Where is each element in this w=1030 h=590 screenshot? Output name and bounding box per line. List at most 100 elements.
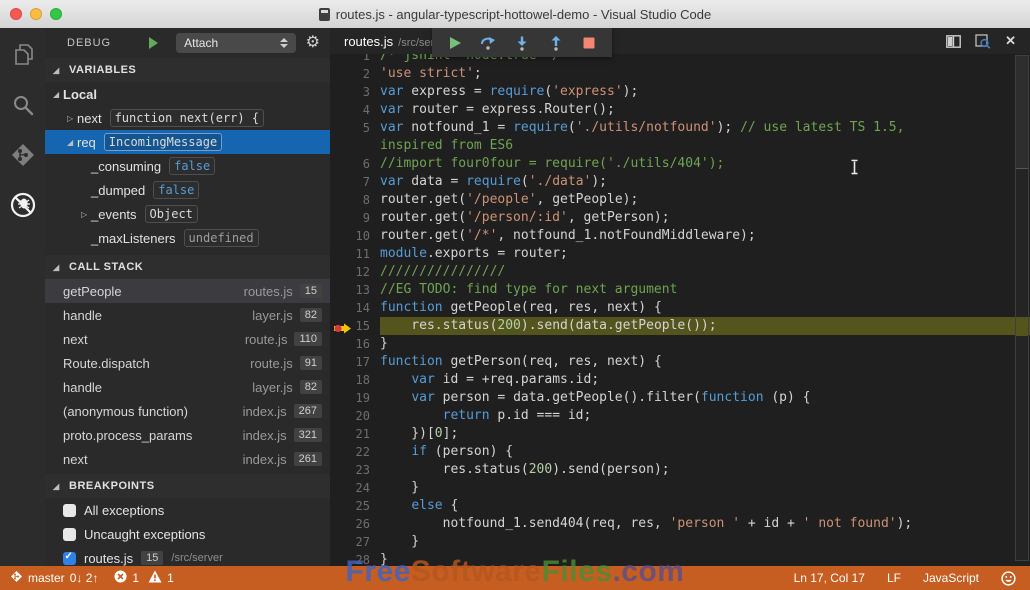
code-line[interactable]: 18 var id = +req.params.id;: [330, 371, 1030, 389]
code-line[interactable]: 17function getPerson(req, res, next) {: [330, 353, 1030, 371]
call-stack-frame[interactable]: Route.dispatchroute.js91: [45, 351, 330, 375]
code-text[interactable]: var id = +req.params.id;: [380, 371, 1030, 389]
sidebar-item-search[interactable]: [0, 82, 45, 132]
step-into-button[interactable]: [510, 31, 534, 55]
debug-settings-gear-icon[interactable]: ⚙: [306, 35, 320, 51]
eol-status[interactable]: LF: [887, 571, 901, 585]
code-line[interactable]: 3var express = require('express');: [330, 83, 1030, 101]
code-text[interactable]: var express = require('express');: [380, 83, 1030, 101]
code-line[interactable]: 24 }: [330, 479, 1030, 497]
line-number-gutter[interactable]: 9: [330, 209, 380, 227]
code-text[interactable]: notfound_1.send404(req, res, 'person ' +…: [380, 515, 1030, 533]
code-line[interactable]: 27 }: [330, 533, 1030, 551]
code-line[interactable]: 20 return p.id === id;: [330, 407, 1030, 425]
line-number-gutter[interactable]: 17: [330, 353, 380, 371]
code-line[interactable]: 23 res.status(200).send(person);: [330, 461, 1030, 479]
code-line[interactable]: 12////////////////: [330, 263, 1030, 281]
breakpoint-row[interactable]: All exceptions: [45, 498, 330, 522]
call-stack-frame[interactable]: (anonymous function)index.js267: [45, 399, 330, 423]
code-text[interactable]: }: [380, 335, 1030, 353]
breakpoint-checkbox[interactable]: [63, 504, 76, 517]
code-text[interactable]: module.exports = router;: [380, 245, 1030, 263]
code-text[interactable]: res.status(200).send(person);: [380, 461, 1030, 479]
code-text[interactable]: var notfound_1 = require('./utils/notfou…: [380, 119, 1030, 137]
code-text[interactable]: var data = require('./data');: [380, 173, 1030, 191]
code-text[interactable]: function getPeople(req, res, next) {: [380, 299, 1030, 317]
breakpoints-section-header[interactable]: ◢ BREAKPOINTS: [45, 474, 330, 498]
code-line[interactable]: 28}: [330, 551, 1030, 566]
code-text[interactable]: //EG TODO: find type for next argument: [380, 281, 1030, 299]
code-text[interactable]: }: [380, 479, 1030, 497]
line-number-gutter[interactable]: 16: [330, 335, 380, 353]
line-number-gutter[interactable]: 5: [330, 119, 380, 137]
code-text[interactable]: inspired from ES6: [380, 137, 1030, 155]
minimize-window-button[interactable]: [30, 8, 42, 20]
cursor-position-status[interactable]: Ln 17, Col 17: [794, 571, 865, 585]
code-text[interactable]: router.get('/person/:id', getPerson);: [380, 209, 1030, 227]
variable-row[interactable]: _dumpedfalse: [45, 178, 330, 202]
line-number-gutter[interactable]: 10: [330, 227, 380, 245]
call-stack-frame[interactable]: getPeopleroutes.js15: [45, 279, 330, 303]
variable-scope-row[interactable]: ◢Local: [45, 82, 330, 106]
code-line[interactable]: 10router.get('/*', notfound_1.notFoundMi…: [330, 227, 1030, 245]
call-stack-frame[interactable]: handlelayer.js82: [45, 303, 330, 327]
code-text[interactable]: //import four0four = require('./utils/40…: [380, 155, 1030, 173]
line-number-gutter[interactable]: 15: [330, 317, 380, 335]
line-number-gutter[interactable]: 26: [330, 515, 380, 533]
zoom-window-button[interactable]: [50, 8, 62, 20]
variable-row[interactable]: ▷_eventsObject: [45, 202, 330, 226]
breakpoint-checkbox[interactable]: [63, 552, 76, 565]
code-line[interactable]: 9router.get('/person/:id', getPerson);: [330, 209, 1030, 227]
code-line[interactable]: 22 if (person) {: [330, 443, 1030, 461]
code-line[interactable]: 2'use strict';: [330, 65, 1030, 83]
code-text[interactable]: router.get('/people', getPeople);: [380, 191, 1030, 209]
code-text[interactable]: function getPerson(req, res, next) {: [380, 353, 1030, 371]
line-number-gutter[interactable]: 7: [330, 173, 380, 191]
code-line[interactable]: 7var data = require('./data');: [330, 173, 1030, 191]
problems-status[interactable]: 1 1: [114, 570, 173, 586]
code-line[interactable]: 5var notfound_1 = require('./utils/notfo…: [330, 119, 1030, 137]
code-line[interactable]: 13//EG TODO: find type for next argument: [330, 281, 1030, 299]
scrollbar-thumb[interactable]: [1016, 56, 1028, 169]
variable-row[interactable]: ◢reqIncomingMessage: [45, 130, 330, 154]
split-editor-icon[interactable]: [946, 35, 961, 48]
line-number-gutter[interactable]: 19: [330, 389, 380, 407]
code-text[interactable]: else {: [380, 497, 1030, 515]
line-number-gutter[interactable]: 4: [330, 101, 380, 119]
variable-row[interactable]: _maxListenersundefined: [45, 226, 330, 250]
code-text[interactable]: ////////////////: [380, 263, 1030, 281]
code-line[interactable]: 6//import four0four = require('./utils/4…: [330, 155, 1030, 173]
code-line[interactable]: 15 res.status(200).send(data.getPeople()…: [330, 317, 1030, 335]
sidebar-item-debug[interactable]: [0, 182, 45, 232]
line-number-gutter[interactable]: 14: [330, 299, 380, 317]
variables-section-header[interactable]: ◢ VARIABLES: [45, 58, 330, 82]
code-line[interactable]: 19 var person = data.getPeople().filter(…: [330, 389, 1030, 407]
sidebar-item-git[interactable]: [0, 132, 45, 182]
code-text[interactable]: 'use strict';: [380, 65, 1030, 83]
language-mode-status[interactable]: JavaScript: [923, 571, 979, 585]
code-line[interactable]: 26 notfound_1.send404(req, res, 'person …: [330, 515, 1030, 533]
line-number-gutter[interactable]: 25: [330, 497, 380, 515]
code-text[interactable]: var router = express.Router();: [380, 101, 1030, 119]
breakpoint-checkbox[interactable]: [63, 528, 76, 541]
variable-row[interactable]: _consumingfalse: [45, 154, 330, 178]
line-number-gutter[interactable]: 3: [330, 83, 380, 101]
code-text[interactable]: if (person) {: [380, 443, 1030, 461]
code-text[interactable]: })[0];: [380, 425, 1030, 443]
code-line[interactable]: 11module.exports = router;: [330, 245, 1030, 263]
code-text[interactable]: router.get('/*', notfound_1.notFoundMidd…: [380, 227, 1030, 245]
line-number-gutter[interactable]: 28: [330, 551, 380, 566]
code-text[interactable]: res.status(200).send(data.getPeople());: [380, 317, 1030, 335]
continue-button[interactable]: [443, 31, 467, 55]
start-debug-button[interactable]: [149, 37, 158, 49]
close-window-button[interactable]: [10, 8, 22, 20]
line-number-gutter[interactable]: 20: [330, 407, 380, 425]
call-stack-frame[interactable]: proto.process_paramsindex.js321: [45, 423, 330, 447]
debug-config-select[interactable]: Attach: [176, 33, 296, 53]
call-stack-frame[interactable]: handlelayer.js82: [45, 375, 330, 399]
line-number-gutter[interactable]: 27: [330, 533, 380, 551]
line-number-gutter[interactable]: 8: [330, 191, 380, 209]
editor-scrollbar[interactable]: [1015, 55, 1029, 561]
line-number-gutter[interactable]: 2: [330, 65, 380, 83]
breakpoint-row[interactable]: Uncaught exceptions: [45, 522, 330, 546]
